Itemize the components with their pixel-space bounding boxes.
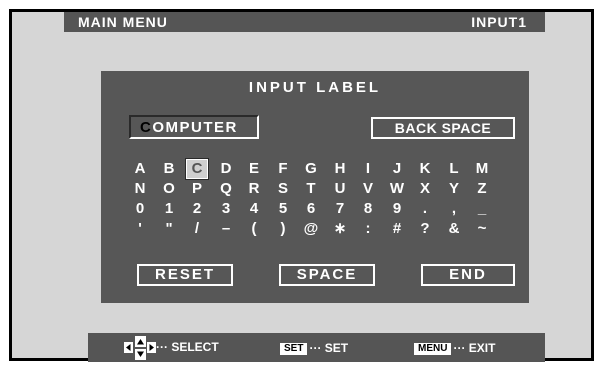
char-key[interactable]: ) <box>272 219 294 239</box>
char-key[interactable]: 5 <box>272 199 294 219</box>
char-key[interactable]: A <box>129 159 151 179</box>
end-button[interactable]: END <box>421 264 515 286</box>
char-key[interactable]: 9 <box>386 199 408 219</box>
char-key[interactable]: I <box>357 159 379 179</box>
char-key[interactable]: 4 <box>243 199 265 219</box>
set-hint-label: ··· SET <box>309 341 349 355</box>
help-bar: ··· SELECT SET ··· SET MENU ··· EXIT <box>88 333 545 362</box>
char-key[interactable]: 1 <box>158 199 180 219</box>
char-key[interactable]: G <box>300 159 322 179</box>
char-key[interactable]: K <box>414 159 436 179</box>
char-key[interactable]: M <box>471 159 493 179</box>
set-key-icon: SET <box>280 343 308 355</box>
char-key[interactable]: J <box>386 159 408 179</box>
char-key[interactable]: ? <box>414 219 436 239</box>
select-hint-label: ··· SELECT <box>156 340 219 355</box>
char-key[interactable]: & <box>443 219 465 239</box>
char-key[interactable]: / <box>186 219 208 239</box>
char-key[interactable]: ~ <box>471 219 493 239</box>
set-hint: SET ··· SET <box>280 341 348 355</box>
input-indicator: INPUT1 <box>471 14 527 30</box>
char-key[interactable]: E <box>243 159 265 179</box>
char-key[interactable]: 0 <box>129 199 151 219</box>
char-key[interactable]: # <box>386 219 408 239</box>
char-key[interactable]: F <box>272 159 294 179</box>
char-key[interactable]: H <box>329 159 351 179</box>
char-key[interactable]: – <box>215 219 237 239</box>
char-key[interactable]: V <box>357 179 379 199</box>
char-key[interactable]: 8 <box>357 199 379 219</box>
panel-title: INPUT LABEL <box>248 79 382 96</box>
char-key[interactable]: O <box>158 179 180 199</box>
menu-key-icon: MENU <box>414 343 452 355</box>
char-key[interactable]: W <box>386 179 408 199</box>
label-input-field[interactable]: COMPUTER <box>129 115 259 139</box>
char-key[interactable]: " <box>158 219 180 239</box>
label-cursor-char: C <box>140 119 153 136</box>
char-key[interactable]: ∗ <box>329 219 351 239</box>
main-menu-header: MAIN MENU INPUT1 <box>64 12 545 32</box>
main-menu-title: MAIN MENU <box>78 14 168 30</box>
char-key[interactable]: 6 <box>300 199 322 219</box>
char-key[interactable]: _ <box>471 199 493 219</box>
char-key[interactable]: S <box>272 179 294 199</box>
char-key[interactable]: Y <box>443 179 465 199</box>
char-key[interactable]: C <box>185 158 209 180</box>
input-label-panel: INPUT LABEL COMPUTER BACK SPACE ABCDEFGH… <box>101 71 529 303</box>
space-button[interactable]: SPACE <box>279 264 375 286</box>
char-key[interactable]: X <box>414 179 436 199</box>
char-key[interactable]: 2 <box>186 199 208 219</box>
char-key[interactable]: B <box>158 159 180 179</box>
char-key[interactable]: , <box>443 199 465 219</box>
four-way-arrow-icon <box>124 336 156 360</box>
char-key[interactable]: L <box>443 159 465 179</box>
char-key[interactable]: : <box>357 219 379 239</box>
char-key[interactable]: Z <box>471 179 493 199</box>
select-hint: ··· SELECT <box>124 336 219 360</box>
char-key[interactable]: N <box>129 179 151 199</box>
char-key[interactable]: @ <box>300 219 322 239</box>
label-text: OMPUTER <box>152 119 238 136</box>
char-key[interactable]: P <box>186 179 208 199</box>
exit-hint: MENU ··· EXIT <box>414 341 495 355</box>
char-key[interactable]: 7 <box>329 199 351 219</box>
char-key[interactable]: . <box>414 199 436 219</box>
char-key[interactable]: ' <box>129 219 151 239</box>
char-key[interactable]: Q <box>215 179 237 199</box>
char-key[interactable]: U <box>329 179 351 199</box>
exit-hint-label: ··· EXIT <box>453 341 496 355</box>
char-key[interactable]: 3 <box>215 199 237 219</box>
char-key[interactable]: R <box>243 179 265 199</box>
char-key[interactable]: ( <box>243 219 265 239</box>
char-key[interactable]: T <box>300 179 322 199</box>
back-space-button[interactable]: BACK SPACE <box>371 117 515 139</box>
char-key[interactable]: D <box>215 159 237 179</box>
reset-button[interactable]: RESET <box>137 264 233 286</box>
